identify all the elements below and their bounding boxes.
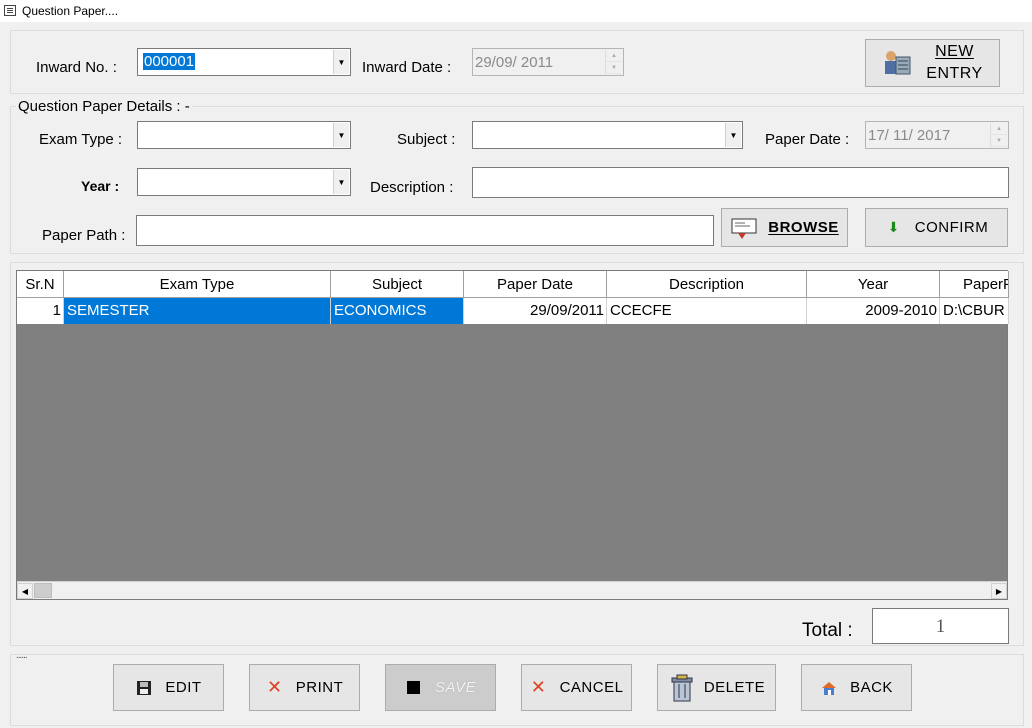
inward-no-combo[interactable]: 000001 ▼	[137, 48, 351, 76]
delete-button[interactable]: DELETE	[657, 664, 776, 711]
back-button[interactable]: BACK	[801, 664, 912, 711]
footer-dots: ......	[16, 650, 28, 661]
confirm-button[interactable]: ⬇ CONFIRM	[865, 208, 1008, 247]
paper-date-picker[interactable]: 17/ 11/ 2017 ▲ ▼	[865, 121, 1009, 149]
inward-no-value: 000001	[143, 53, 196, 70]
spin-down-icon[interactable]: ▼	[991, 135, 1007, 147]
spin-buttons[interactable]: ▲ ▼	[605, 50, 622, 74]
browse-label: BROWSE	[768, 219, 839, 236]
print-button[interactable]: ✕ PRINT	[249, 664, 360, 711]
grid-header-subject[interactable]: Subject	[331, 271, 464, 298]
edit-label: EDIT	[165, 679, 202, 696]
inward-date-value: 29/09/ 2011	[475, 54, 554, 71]
stop-icon	[405, 679, 423, 697]
cancel-label: CANCEL	[559, 679, 624, 696]
exam-type-combo[interactable]: ▼	[137, 121, 351, 149]
back-label: BACK	[850, 679, 893, 696]
cell-exam-type[interactable]: SEMESTER	[64, 298, 331, 324]
inward-date-picker[interactable]: 29/09/ 2011 ▲ ▼	[472, 48, 624, 76]
save-button[interactable]: SAVE	[385, 664, 496, 711]
title-bar: Question Paper....	[0, 0, 1032, 22]
exam-type-label: Exam Type :	[39, 131, 123, 148]
new-entry-icon	[882, 48, 912, 78]
window-icon	[4, 5, 16, 16]
paper-date-value: 17/ 11/ 2017	[868, 127, 951, 144]
cell-paper-path[interactable]: D:\CBUR	[940, 298, 1009, 324]
subject-label: Subject :	[397, 131, 456, 148]
close-x-icon: ✕	[266, 677, 283, 697]
cell-paper-date[interactable]: 29/09/2011	[464, 298, 607, 324]
window-title: Question Paper....	[22, 4, 119, 18]
total-value: 1	[872, 608, 1009, 644]
scroll-right-icon[interactable]: ▶	[991, 583, 1007, 599]
delete-label: DELETE	[703, 679, 766, 696]
trash-icon	[668, 673, 696, 703]
grid-header-sr[interactable]: Sr.N	[17, 271, 64, 298]
year-label: Year :	[81, 178, 120, 194]
year-combo[interactable]: ▼	[137, 168, 351, 196]
browse-icon	[730, 216, 758, 240]
scroll-left-icon[interactable]: ◀	[17, 583, 33, 599]
floppy-icon	[135, 679, 153, 697]
subject-combo[interactable]: ▼	[472, 121, 743, 149]
chevron-down-icon[interactable]: ▼	[333, 50, 349, 74]
grid-header-paper-date[interactable]: Paper Date	[464, 271, 607, 298]
total-label: Total :	[802, 620, 853, 641]
inward-no-label: Inward No. :	[36, 59, 117, 76]
new-entry-label-line2: ENTRY	[926, 65, 983, 82]
cell-year[interactable]: 2009-2010	[807, 298, 940, 324]
confirm-arrow-icon: ⬇	[887, 219, 900, 235]
spin-up-icon[interactable]: ▲	[606, 50, 622, 62]
cell-subject[interactable]: ECONOMICS	[331, 298, 464, 324]
print-label: PRINT	[295, 679, 344, 696]
grid-header-description[interactable]: Description	[607, 271, 807, 298]
edit-button[interactable]: EDIT	[113, 664, 224, 711]
grid-header-year[interactable]: Year	[807, 271, 940, 298]
grid-header-paper-path[interactable]: PaperP	[940, 271, 1009, 298]
paper-date-label: Paper Date :	[765, 131, 850, 148]
new-entry-button[interactable]: NEW ENTRY	[865, 39, 1000, 87]
grid-header-exam-type[interactable]: Exam Type	[64, 271, 331, 298]
inward-date-label: Inward Date :	[362, 59, 452, 76]
chevron-down-icon[interactable]: ▼	[725, 123, 741, 147]
new-entry-label-line1: NEW	[935, 43, 974, 60]
browse-button[interactable]: BROWSE	[721, 208, 848, 247]
spin-up-icon[interactable]: ▲	[991, 123, 1007, 135]
close-x-icon: ✕	[530, 677, 547, 697]
cell-description[interactable]: CCECFE	[607, 298, 807, 324]
description-label: Description :	[370, 179, 454, 196]
spin-down-icon[interactable]: ▼	[606, 62, 622, 74]
description-input[interactable]	[472, 167, 1009, 198]
cancel-button[interactable]: ✕ CANCEL	[521, 664, 632, 711]
chevron-down-icon[interactable]: ▼	[333, 123, 349, 147]
spin-buttons[interactable]: ▲ ▼	[990, 123, 1007, 147]
paper-path-label: Paper Path :	[42, 227, 126, 244]
details-group-label: Question Paper Details : -	[16, 98, 192, 115]
chevron-down-icon[interactable]: ▼	[333, 170, 349, 194]
paper-path-input[interactable]	[136, 215, 714, 246]
horizontal-scrollbar[interactable]: ◀ ▶	[17, 581, 1007, 599]
home-icon	[820, 679, 838, 697]
papers-grid[interactable]: Sr.N Exam Type Subject Paper Date Descri…	[16, 270, 1009, 600]
confirm-label: CONFIRM	[914, 219, 989, 236]
save-label: SAVE	[434, 679, 477, 696]
cell-sr[interactable]: 1	[17, 298, 64, 324]
scroll-thumb[interactable]	[34, 583, 52, 598]
